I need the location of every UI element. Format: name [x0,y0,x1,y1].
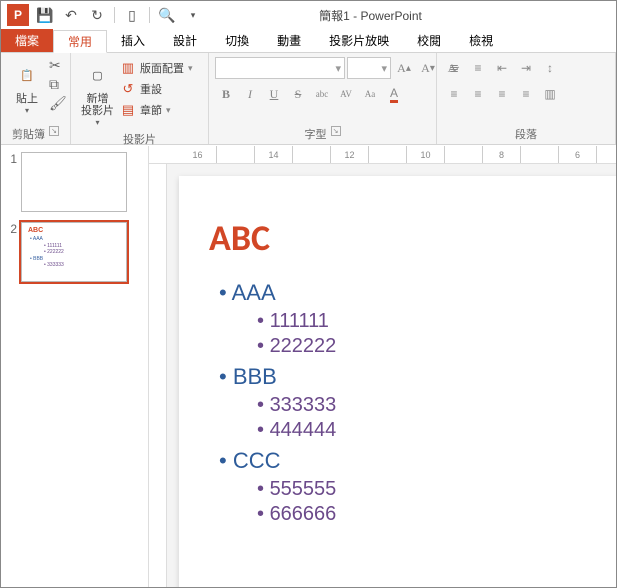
group-font-label: 字型 [305,126,327,142]
save-icon[interactable]: 💾 [33,4,57,26]
horizontal-ruler: 16 14 12 10 8 6 [149,146,616,164]
reset-icon: ↺ [120,81,136,97]
tab-insert[interactable]: 插入 [107,29,159,52]
slide-title[interactable]: ABC [209,216,616,260]
tab-view[interactable]: 檢視 [455,29,507,52]
start-from-beginning-icon[interactable]: ▯ [120,4,144,26]
slide-thumbnail[interactable]: ABC • AAA • 111111 • 222222 • BBB • 3333… [21,222,127,282]
thumb-number: 2 [5,222,21,282]
format-painter-icon[interactable]: 🖌 [49,95,67,112]
strike-button[interactable]: S [287,83,309,105]
slide-canvas[interactable]: ABC • AAA • 111111 • 222222 • BBB • 3333… [179,176,616,587]
section-button[interactable]: ▤章節▾ [118,101,195,119]
increase-indent-icon[interactable]: ⇥ [515,57,537,79]
tab-home[interactable]: 常用 [53,30,107,53]
chevron-down-icon: ▾ [95,118,99,127]
window-title: 簡報1 - PowerPoint [205,7,616,24]
section-icon: ▤ [120,102,136,118]
font-size-combo[interactable]: ▾ [347,57,391,79]
group-slides: ▢ 新增 投影片 ▾ ▥版面配置▾ ↺重設 ▤章節▾ 投影片 [71,53,209,144]
paste-icon: 📋 [11,59,43,91]
group-paragraph-label: 段落 [515,126,537,142]
tab-file[interactable]: 檔案 [1,29,53,52]
char-spacing-button[interactable]: AV [335,83,357,105]
columns-icon[interactable]: ▥ [539,83,561,105]
font-color-button[interactable]: A [383,83,405,105]
ribbon: 📋 貼上 ▾ ✂ ⧉ 🖌 剪貼簿 ↘ ▢ 新增 投影片 ▾ ▥版面配置▾ ↺重設 … [1,53,616,145]
thumbnail-pane[interactable]: 1 2 ABC • AAA • 111111 • 222222 • BBB • … [1,146,149,587]
group-clipboard-label: 剪貼簿 [12,126,45,142]
qat-dropdown-icon[interactable]: ▾ [181,4,205,26]
app-icon: P [7,4,29,26]
align-right-icon[interactable]: ≡ [491,83,513,105]
group-clipboard: 📋 貼上 ▾ ✂ ⧉ 🖌 剪貼簿 ↘ [1,53,71,144]
redo-icon[interactable]: ↻ [85,4,109,26]
group-font: ▾ ▾ A▴ A▾ A̷ B I U S abc AV Aa A 字型↘ [209,53,437,144]
tab-animations[interactable]: 動畫 [263,29,315,52]
underline-button[interactable]: U [263,83,285,105]
group-slides-label: 投影片 [123,131,156,147]
quick-access-toolbar: 💾 ↶ ↻ ▯ 🔍 ▾ [33,4,205,26]
shadow-button[interactable]: abc [311,83,333,105]
align-left-icon[interactable]: 󠀠≡ [443,83,465,105]
thumb-number: 1 [5,152,21,212]
reset-button[interactable]: ↺重設 [118,80,195,98]
tab-review[interactable]: 校閱 [403,29,455,52]
justify-icon[interactable]: ≡ [515,83,537,105]
touch-mode-icon[interactable]: 🔍 [155,4,179,26]
layout-button[interactable]: ▥版面配置▾ [118,59,195,77]
new-slide-button[interactable]: ▢ 新增 投影片 ▾ [77,57,118,129]
chevron-down-icon: ▾ [25,106,29,115]
italic-button[interactable]: I [239,83,261,105]
slide-edit-area[interactable]: 16 14 12 10 8 6 ABC • AAA • 111111 • 222… [149,146,616,587]
group-paragraph: ≣ ≡ ⇤ ⇥ ↕ 󠀠≡ ≡ ≡ ≡ ▥ 段落 [437,53,616,144]
layout-icon: ▥ [120,60,136,76]
align-center-icon[interactable]: ≡ [467,83,489,105]
cut-icon[interactable]: ✂ [49,57,67,74]
copy-icon[interactable]: ⧉ [49,76,67,93]
vertical-ruler [149,164,167,587]
slide-thumbnail[interactable] [21,152,127,212]
tab-design[interactable]: 設計 [159,29,211,52]
font-family-combo[interactable]: ▾ [215,57,345,79]
dialog-launcher-icon[interactable]: ↘ [331,126,341,136]
undo-icon[interactable]: ↶ [59,4,83,26]
new-slide-icon: ▢ [82,59,114,91]
numbering-icon[interactable]: ≡ [467,57,489,79]
slide-body[interactable]: • AAA • 111111 • 222222 • BBB • 333333 •… [209,280,616,526]
dialog-launcher-icon[interactable]: ↘ [49,126,59,136]
paste-button[interactable]: 📋 貼上 ▾ [7,57,47,117]
tab-transitions[interactable]: 切換 [211,29,263,52]
ribbon-tabs: 檔案 常用 插入 設計 切換 動畫 投影片放映 校閱 檢視 [1,29,616,53]
line-spacing-icon[interactable]: ↕ [539,57,561,79]
shrink-font-icon[interactable]: A▾ [417,57,439,79]
bullets-icon[interactable]: ≣ [443,57,465,79]
tab-slideshow[interactable]: 投影片放映 [315,29,403,52]
title-bar: P 💾 ↶ ↻ ▯ 🔍 ▾ 簡報1 - PowerPoint [1,1,616,29]
change-case-button[interactable]: Aa [359,83,381,105]
decrease-indent-icon[interactable]: ⇤ [491,57,513,79]
bold-button[interactable]: B [215,83,237,105]
workspace: 1 2 ABC • AAA • 111111 • 222222 • BBB • … [1,146,616,587]
grow-font-icon[interactable]: A▴ [393,57,415,79]
